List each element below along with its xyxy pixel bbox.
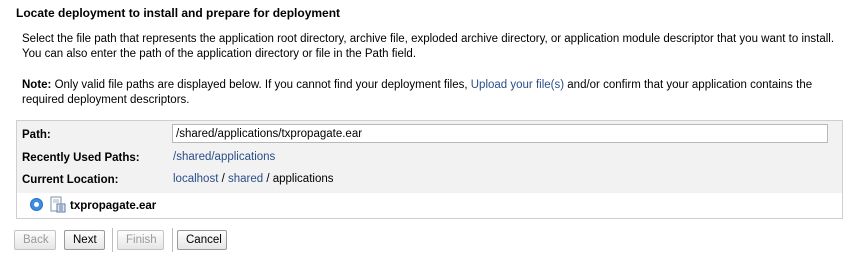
- button-divider: [172, 228, 173, 252]
- path-label: Path:: [22, 129, 51, 141]
- note-label: Note:: [22, 79, 52, 91]
- back-button[interactable]: Back: [14, 230, 56, 250]
- upload-files-link[interactable]: Upload your file(s): [471, 79, 564, 91]
- recently-used-paths-label: Recently Used Paths:: [22, 152, 140, 164]
- cancel-button[interactable]: Cancel: [177, 230, 227, 250]
- recent-path-link[interactable]: /shared/applications: [173, 151, 275, 163]
- file-list-item[interactable]: txpropagate.ear: [17, 193, 842, 218]
- breadcrumb-shared-link[interactable]: shared: [228, 173, 263, 185]
- instructions-text: Select the file path that represents the…: [22, 33, 835, 60]
- breadcrumb-separator: /: [263, 173, 273, 185]
- breadcrumb-current: applications: [272, 173, 334, 185]
- note-paragraph: Note: Only valid file paths are displaye…: [22, 78, 837, 108]
- next-button[interactable]: Next: [64, 230, 105, 250]
- deployment-location-panel: Path: Recently Used Paths: /shared/appli…: [16, 120, 843, 219]
- button-divider: [112, 228, 113, 252]
- current-location-breadcrumb: localhost / shared / applications: [173, 173, 333, 185]
- breadcrumb-localhost-link[interactable]: localhost: [173, 173, 218, 185]
- section-title: Locate deployment to install and prepare…: [16, 6, 341, 20]
- archive-file-icon: [50, 196, 66, 213]
- path-input[interactable]: [172, 124, 828, 143]
- breadcrumb-separator: /: [218, 173, 228, 185]
- finish-button[interactable]: Finish: [117, 230, 164, 250]
- file-name: txpropagate.ear: [70, 200, 157, 212]
- file-select-radio[interactable]: [30, 198, 43, 211]
- current-location-label: Current Location:: [22, 174, 119, 186]
- note-text-before: Only valid file paths are displayed belo…: [51, 79, 471, 91]
